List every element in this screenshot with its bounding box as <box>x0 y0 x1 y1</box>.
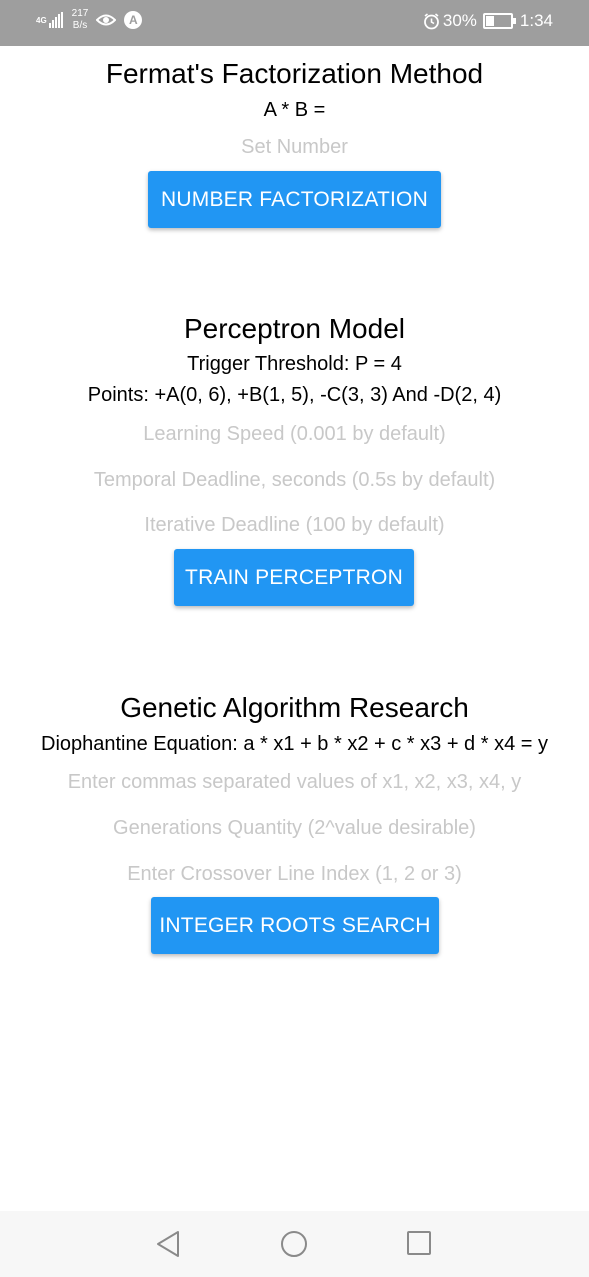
fermat-formula: A * B = <box>263 99 326 121</box>
iterative-deadline-input[interactable]: Iterative Deadline (100 by default) <box>0 514 589 537</box>
generations-input[interactable]: Generations Quantity (2^value desirable) <box>0 817 589 840</box>
network-type: 4G <box>36 15 47 25</box>
fermat-title: Fermat's Factorization Method <box>105 58 484 89</box>
status-left: 4G 217 B/s A <box>36 8 143 32</box>
home-icon[interactable] <box>280 1230 308 1258</box>
diophantine-equation: Diophantine Equation: a * x1 + b * x2 + … <box>41 733 548 755</box>
recents-icon[interactable] <box>406 1230 432 1256</box>
navigation-bar <box>0 1211 589 1277</box>
status-bar: 4G 217 B/s A 30% 1:34 <box>0 0 589 46</box>
battery-icon <box>482 13 516 29</box>
temporal-deadline-input[interactable]: Temporal Deadline, seconds (0.5s by defa… <box>0 469 589 492</box>
fermat-number-input[interactable]: Set Number <box>150 136 439 159</box>
battery-percent: 30% <box>442 11 477 30</box>
crossover-index-input[interactable]: Enter Crossover Line Index (1, 2 or 3) <box>0 863 589 886</box>
network-speed-value: 217 <box>71 8 89 19</box>
number-factorization-button[interactable]: NUMBER FACTORIZATION <box>148 171 441 228</box>
network-speed: 217 B/s <box>72 8 89 32</box>
perceptron-points: Points: +A(0, 6), +B(1, 5), -C(3, 3) And… <box>87 384 502 406</box>
eye-icon <box>96 14 117 26</box>
app-a-icon: A <box>124 11 143 29</box>
perceptron-title: Perceptron Model <box>183 313 405 344</box>
perceptron-threshold: Trigger Threshold: P = 4 <box>187 353 402 375</box>
genetic-title: Genetic Algorithm Research <box>120 692 469 723</box>
values-input[interactable]: Enter commas separated values of x1, x2,… <box>0 771 589 794</box>
train-perceptron-button[interactable]: TRAIN PERCEPTRON <box>174 549 414 606</box>
alarm-icon <box>423 12 439 29</box>
status-right: 30% 1:34 <box>423 11 553 31</box>
integer-roots-search-button[interactable]: INTEGER ROOTS SEARCH <box>151 897 439 954</box>
back-icon[interactable] <box>155 1230 181 1258</box>
learning-speed-input[interactable]: Learning Speed (0.001 by default) <box>0 423 589 446</box>
signal-icon <box>48 12 64 28</box>
clock: 1:34 <box>519 11 553 30</box>
network-speed-unit: B/s <box>72 20 88 31</box>
